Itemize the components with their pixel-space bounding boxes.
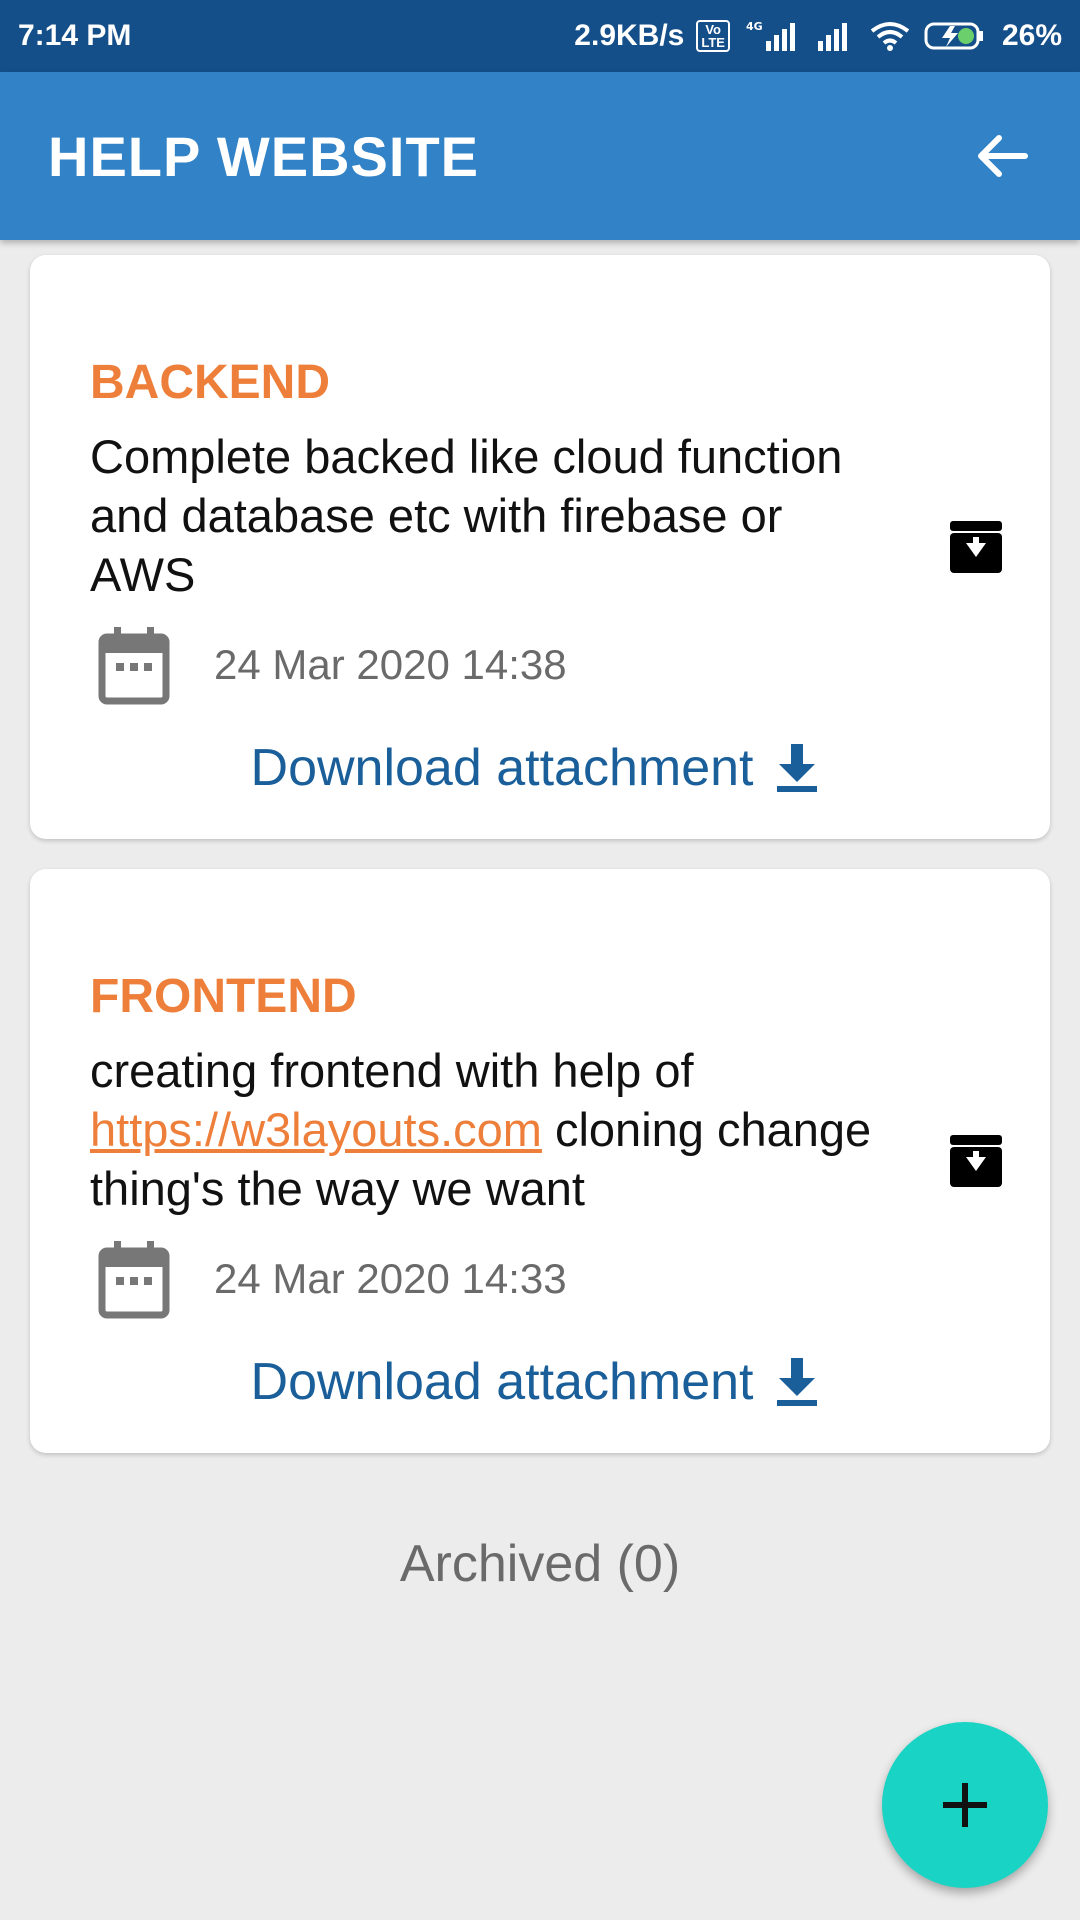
download-label: Download attachment — [250, 1353, 754, 1411]
network-type: 4G — [746, 20, 763, 33]
battery-percent: 26% — [1001, 19, 1062, 52]
task-card: FRONTEND creating frontend with help of … — [30, 869, 1050, 1453]
archive-button[interactable] — [948, 1133, 1004, 1189]
arrow-back-icon — [978, 135, 1028, 177]
archive-button[interactable] — [948, 519, 1004, 575]
card-title: FRONTEND — [90, 970, 357, 1023]
card-date: 24 Mar 2020 14:33 — [214, 1255, 567, 1302]
card-description: Complete backed like cloud function and … — [90, 430, 843, 601]
download-attachment-button[interactable]: Download attachment — [30, 733, 1050, 803]
date-row: 24 Mar 2020 14:33 — [98, 1239, 567, 1319]
card-title: BACKEND — [90, 356, 330, 409]
signal-icon — [816, 19, 856, 53]
volte-icon: Vo LTE — [696, 20, 730, 52]
status-time: 7:14 PM — [18, 19, 132, 52]
description-link[interactable]: https://w3layouts.com — [90, 1103, 542, 1156]
plus-icon — [943, 1783, 987, 1827]
download-attachment-button[interactable]: Download attachment — [30, 1347, 1050, 1417]
status-icons: 2.9KB/s Vo LTE 4G 26% — [574, 19, 1062, 53]
add-button[interactable] — [882, 1722, 1048, 1888]
battery-charging-icon — [924, 20, 986, 52]
app-bar: HELP WEBSITE — [0, 72, 1080, 240]
date-row: 24 Mar 2020 14:38 — [98, 625, 567, 705]
task-card: BACKEND Complete backed like cloud funct… — [30, 255, 1050, 839]
card-date: 24 Mar 2020 14:38 — [214, 641, 567, 688]
net-speed: 2.9KB/s — [574, 19, 685, 52]
download-label: Download attachment — [250, 739, 754, 797]
calendar-icon — [98, 627, 170, 705]
volte-bottom: LTE — [701, 35, 725, 50]
download-icon — [777, 744, 818, 792]
description-text: creating frontend with help of — [90, 1044, 694, 1097]
download-icon — [777, 1358, 818, 1406]
back-button[interactable] — [972, 126, 1032, 186]
page-title: HELP WEBSITE — [48, 124, 480, 188]
wifi-icon — [868, 19, 912, 53]
signal-4g-icon: 4G — [742, 19, 804, 53]
card-description: creating frontend with help of https://w… — [90, 1041, 890, 1218]
status-bar: 7:14 PM 2.9KB/s Vo LTE 4G 26% — [0, 0, 1080, 72]
archived-toggle[interactable]: Archived (0) — [0, 1534, 1080, 1594]
archive-icon — [950, 521, 1002, 573]
calendar-icon — [98, 1241, 170, 1319]
archive-icon — [950, 1135, 1002, 1187]
